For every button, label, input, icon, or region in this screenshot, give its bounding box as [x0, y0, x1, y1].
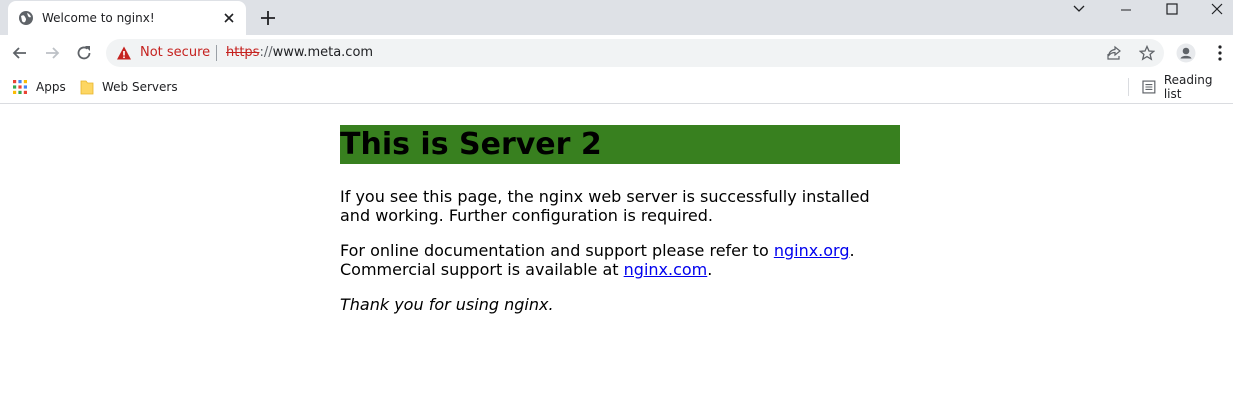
window-close-button[interactable] — [1194, 0, 1233, 18]
nginx-org-link[interactable]: nginx.org — [774, 241, 850, 260]
reload-icon[interactable] — [74, 43, 94, 63]
url-separator: :// — [259, 45, 273, 60]
bookmarks-divider — [1128, 78, 1129, 96]
close-icon[interactable] — [222, 11, 236, 25]
thank-you-message: Thank you for using nginx. — [340, 295, 554, 314]
share-icon[interactable] — [1106, 45, 1122, 61]
chevron-down-icon — [1073, 5, 1085, 12]
maximize-icon — [1166, 3, 1178, 15]
nginx-com-link[interactable]: nginx.com — [624, 260, 708, 279]
bookmarks-bar: Apps Web Servers Reading list — [0, 71, 1233, 104]
close-icon — [1211, 3, 1223, 15]
reading-list-label: Reading list — [1163, 73, 1213, 101]
bookmark-apps-label: Apps — [36, 80, 66, 94]
commercial-text-prefix: Commercial support is available at — [340, 260, 624, 279]
bookmark-apps[interactable]: Apps — [12, 71, 66, 103]
commercial-text-end: . — [707, 260, 713, 279]
doc-text-mid: . — [849, 241, 855, 260]
security-status[interactable]: Not secure — [140, 45, 210, 60]
documentation-message: For online documentation and support ple… — [340, 241, 900, 279]
star-icon[interactable] — [1139, 45, 1155, 61]
minimize-button[interactable] — [1103, 0, 1149, 18]
url-scheme: https — [226, 45, 260, 60]
tab-strip: Welcome to nginx! — [0, 0, 1233, 35]
nginx-welcome-page: This is Server 2 If you see this page, t… — [340, 125, 900, 314]
browser-toolbar: Not secure https://www.meta.com — [0, 35, 1233, 71]
forward-arrow-icon[interactable] — [42, 43, 62, 63]
maximize-button[interactable] — [1149, 0, 1195, 18]
tab-search-button[interactable] — [1056, 0, 1102, 18]
new-tab-icon[interactable] — [259, 9, 277, 27]
folder-icon — [80, 80, 94, 95]
url-text[interactable]: https://www.meta.com — [226, 45, 373, 60]
page-title: This is Server 2 — [340, 125, 900, 164]
reading-list-button[interactable]: Reading list — [1142, 71, 1233, 103]
globe-icon — [19, 11, 33, 25]
apps-grid-icon — [13, 80, 27, 94]
omnibox-divider — [216, 45, 217, 61]
back-arrow-icon[interactable] — [10, 43, 30, 63]
more-menu-icon[interactable] — [1210, 43, 1230, 63]
warning-icon[interactable] — [116, 45, 132, 61]
tab-title: Welcome to nginx! — [42, 11, 155, 25]
page-viewport: This is Server 2 If you see this page, t… — [0, 104, 1233, 411]
bookmark-web-servers-label: Web Servers — [102, 80, 178, 94]
doc-text-prefix: For online documentation and support ple… — [340, 241, 774, 260]
install-message: If you see this page, the nginx web serv… — [340, 187, 870, 225]
bookmark-web-servers[interactable]: Web Servers — [80, 71, 178, 103]
profile-avatar-icon[interactable] — [1176, 43, 1196, 63]
reading-list-icon — [1142, 80, 1156, 94]
minimize-icon — [1121, 9, 1131, 11]
address-bar[interactable]: Not secure https://www.meta.com — [106, 39, 1164, 67]
url-host: www.meta.com — [272, 45, 374, 60]
browser-tab[interactable]: Welcome to nginx! — [8, 1, 246, 35]
